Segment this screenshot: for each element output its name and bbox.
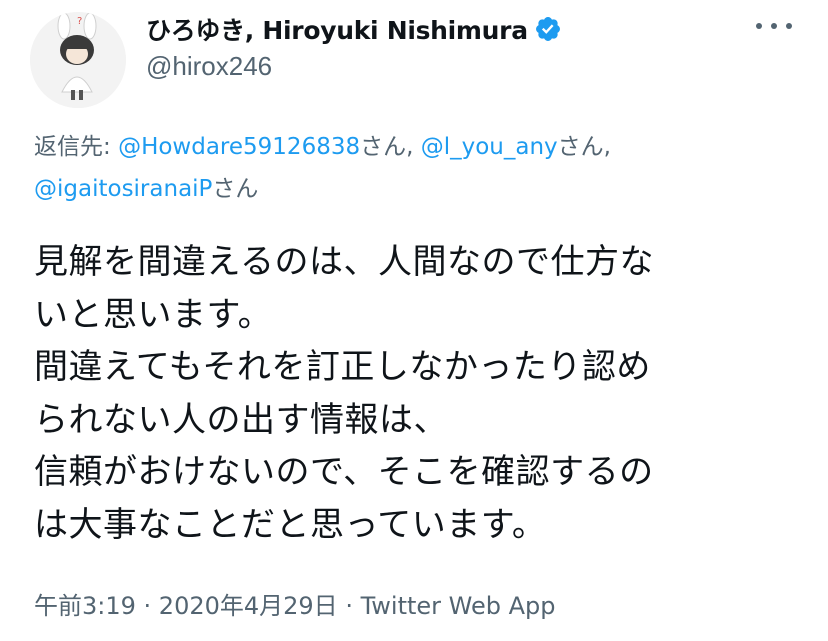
author-handle[interactable]: @hirox246 [146,51,562,82]
svg-text:?: ? [77,16,82,27]
tweet-line: 見解を間違えるのは、人間なので仕方な [34,242,654,282]
mention-suffix: さん, [557,134,611,160]
tweet-source[interactable]: Twitter Web App [361,592,556,620]
more-options-icon[interactable] [756,18,792,34]
mention-link[interactable]: @l_you_any [421,134,558,160]
tweet-date[interactable]: 2020年4月29日 [159,592,338,620]
mention-link[interactable]: @Howdare59126838 [118,134,360,160]
meta-separator: · [337,592,361,620]
tweet-line: いと思います。 [34,294,273,335]
avatar[interactable]: ? [30,12,126,108]
display-name[interactable]: ひろゆき, Hiroyuki Nishimura [146,11,528,47]
name-row: ひろゆき, Hiroyuki Nishimura [146,12,562,46]
reply-to-line: 返信先: @Howdare59126838さん, @l_you_anyさん, @i… [34,126,794,210]
tweet-line: られない人の出す情報は、 [34,399,448,440]
mention-link[interactable]: @igaitosiranaiP [34,176,212,202]
tweet-line: は大事なことだと思っています。 [34,504,547,545]
author-header: ひろゆき, Hiroyuki Nishimura @hirox246 [146,12,562,82]
more-dot [771,23,777,29]
verified-badge-icon [535,17,560,41]
reply-to-prefix: 返信先: [34,134,119,160]
tweet-metadata: 午前3:19 · 2020年4月29日 · Twitter Web App [34,586,555,621]
more-dot [756,23,762,29]
tweet-text: 見解を間違えるのは、人間なので仕方な いと思います。 間違えてもそれを訂正しなか… [34,236,794,551]
meta-separator: · [135,592,159,620]
more-dot [786,23,792,29]
tweet-line: 信頼がおけないので、そこを確認するの [34,452,654,492]
tweet-time[interactable]: 午前3:19 [34,592,136,620]
tweet-card: ? ひろゆき, Hiroyuki Nishimura @hirox246 返信先… [0,0,828,641]
tweet-line: 間違えてもそれを訂正しなかったり認め [34,347,651,387]
mention-suffix: さん, [360,134,421,160]
mention-suffix: さん [212,176,259,202]
avatar-illustration: ? [30,12,126,108]
